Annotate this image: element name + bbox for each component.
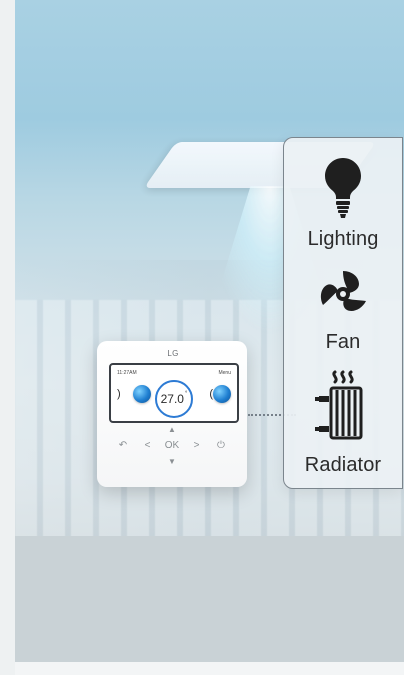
device-item-radiator: Radiator [284,370,402,488]
controller-down-button-icon: ▼ [168,457,176,466]
mode-snowflake-icon-right [213,385,231,403]
controller-brand-label: LG [167,348,179,358]
screen-right-arrow-icon: ( [209,388,213,400]
device-item-fan: Fan [284,264,402,362]
left-margin-strip [0,0,15,675]
controller-left-button-icon: < [144,439,151,451]
radiator-icon [315,370,363,440]
floor-band [15,536,404,662]
lightbulb-icon [325,158,361,218]
mode-snowflake-icon [133,385,151,403]
device-panel: Lighting Fan Radiator [283,137,403,489]
temperature-value: 27.0 [160,392,184,406]
temperature-display: 27.0 ° [155,380,193,418]
controller-ok-button-icon: OK [164,439,180,451]
fan-icon [320,271,366,311]
temperature-unit: ° [184,391,188,397]
device-label-lighting: Lighting [307,228,379,250]
controller-right-button-icon: > [193,439,200,451]
controller-power-button-icon: ⏻ [217,439,225,451]
device-label-radiator: Radiator [304,454,382,476]
screen-header-right-text: Menu [218,370,231,376]
controller-up-button-icon: ▲ [168,425,176,434]
screen-left-arrow-icon: ) [117,388,121,400]
device-item-lighting: Lighting [284,156,402,254]
controller-screen-header: 11:27AM Menu [117,369,231,377]
screenshot-frame: LG 11:27AM Menu ) 27.0 ° ( ▲ ↶ < OK > ⏻ … [0,0,404,675]
screen-header-left-text: 11:27AM [117,370,137,376]
device-label-fan: Fan [325,331,361,353]
wall-controller: LG 11:27AM Menu ) 27.0 ° ( ▲ ↶ < OK > ⏻ … [97,341,247,487]
controller-screen: 11:27AM Menu ) 27.0 ° ( [109,363,239,423]
controller-back-button-icon: ↶ [118,439,128,451]
controller-button-row: ↶ < OK > ⏻ [115,436,229,454]
